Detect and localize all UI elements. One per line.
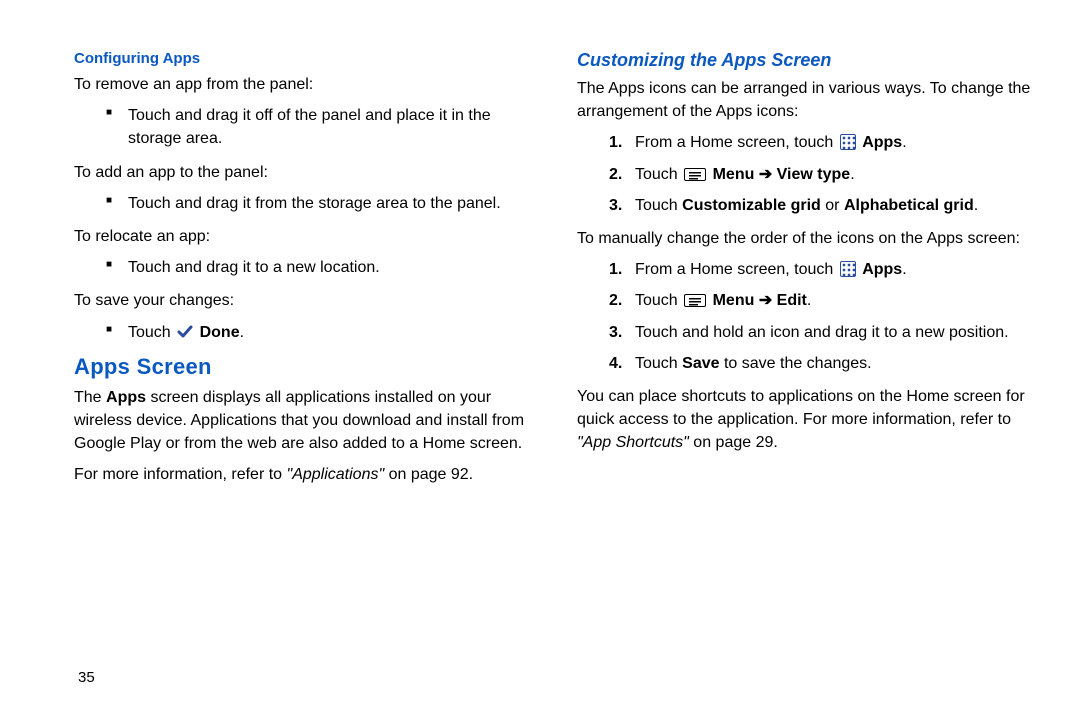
list-item: Touch Save to save the changes. (609, 352, 1032, 375)
list-item: Touch and drag it to a new location. (106, 256, 529, 279)
heading-configuring-apps: Configuring Apps (74, 50, 529, 67)
apps-grid-icon (840, 134, 856, 150)
list-item: From a Home screen, touch Apps. (609, 131, 1032, 154)
customizable-grid-label: Customizable grid (682, 197, 821, 214)
text: From a Home screen, touch (635, 261, 838, 278)
menu-view-type-label: Menu ➔ View type (713, 166, 851, 183)
steps-manual-order: From a Home screen, touch Apps. Touch Me… (609, 258, 1032, 375)
menu-icon (684, 168, 706, 181)
manual-order-intro: To manually change the order of the icon… (577, 227, 1032, 250)
save-intro: To save your changes: (74, 289, 529, 312)
text: Touch (635, 355, 682, 372)
text: . (974, 197, 978, 214)
check-icon (177, 325, 193, 339)
list-item: From a Home screen, touch Apps. (609, 258, 1032, 281)
text-bold: Apps (106, 389, 146, 406)
text: to save the changes. (720, 355, 872, 372)
text: on page 92. (384, 466, 473, 483)
apps-paragraph-1: The Apps screen displays all application… (74, 386, 529, 456)
add-intro: To add an app to the panel: (74, 161, 529, 184)
remove-list: Touch and drag it off of the panel and p… (106, 104, 529, 150)
list-item: Touch and drag it off of the panel and p… (106, 104, 529, 150)
right-column: Customizing the Apps Screen The Apps ico… (577, 50, 1032, 494)
menu-icon (684, 294, 706, 307)
document-page: Configuring Apps To remove an app from t… (0, 0, 1080, 514)
save-touch-text: Touch (128, 324, 175, 341)
save-label: Save (682, 355, 719, 372)
list-item: Touch Menu ➔ Edit. (609, 289, 1032, 312)
text: The (74, 389, 106, 406)
text: . (902, 261, 906, 278)
list-item: Touch Done. (106, 321, 529, 344)
add-list: Touch and drag it from the storage area … (106, 192, 529, 215)
text: Touch (635, 166, 682, 183)
list-item: Touch Menu ➔ View type. (609, 163, 1032, 186)
text: . (850, 166, 854, 183)
heading-customizing: Customizing the Apps Screen (577, 50, 1032, 71)
text: From a Home screen, touch (635, 134, 838, 151)
apps-label: Apps (862, 261, 902, 278)
text: . (902, 134, 906, 151)
done-label: Done (200, 324, 240, 341)
list-item: Touch Customizable grid or Alphabetical … (609, 194, 1032, 217)
relocate-list: Touch and drag it to a new location. (106, 256, 529, 279)
heading-apps-screen: Apps Screen (74, 354, 529, 380)
reference-app-shortcuts: "App Shortcuts" (577, 434, 689, 451)
shortcuts-paragraph: You can place shortcuts to applications … (577, 385, 1032, 455)
text: Touch (635, 197, 682, 214)
text: on page 29. (689, 434, 778, 451)
list-item: Touch and hold an icon and drag it to a … (609, 321, 1032, 344)
text: You can place shortcuts to applications … (577, 388, 1025, 428)
apps-grid-icon (840, 261, 856, 277)
apps-paragraph-2: For more information, refer to "Applicat… (74, 463, 529, 486)
page-number: 35 (78, 669, 95, 686)
reference-applications: "Applications" (287, 466, 385, 483)
steps-view-type: From a Home screen, touch Apps. Touch Me… (609, 131, 1032, 217)
remove-intro: To remove an app from the panel: (74, 73, 529, 96)
text: For more information, refer to (74, 466, 287, 483)
left-column: Configuring Apps To remove an app from t… (74, 50, 529, 494)
apps-label: Apps (862, 134, 902, 151)
alphabetical-grid-label: Alphabetical grid (844, 197, 974, 214)
relocate-intro: To relocate an app: (74, 225, 529, 248)
custom-intro: The Apps icons can be arranged in variou… (577, 77, 1032, 123)
list-item: Touch and drag it from the storage area … (106, 192, 529, 215)
text: . (807, 292, 811, 309)
menu-edit-label: Menu ➔ Edit (713, 292, 807, 309)
text: Touch (635, 292, 682, 309)
save-list: Touch Done. (106, 321, 529, 344)
text: or (821, 197, 844, 214)
